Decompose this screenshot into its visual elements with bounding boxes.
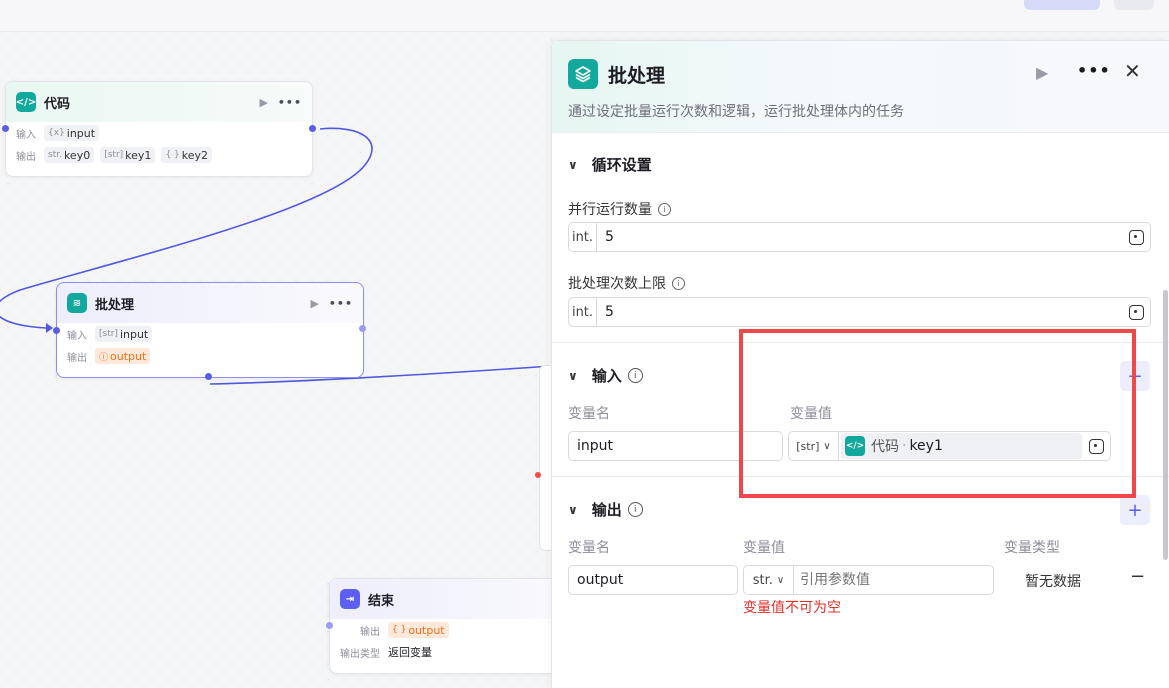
play-icon[interactable]: ▶	[259, 96, 267, 109]
edge-arrow	[46, 323, 53, 333]
type-str-selector[interactable]: str. ∨	[744, 566, 794, 594]
play-icon[interactable]: ▶	[310, 297, 318, 310]
max-batch-value[interactable]: 5	[597, 304, 1122, 320]
variable-ref-icon[interactable]	[1122, 304, 1150, 320]
batch-node-outputs: 输出 ⓘ output	[57, 345, 363, 367]
input-section-header[interactable]: ∨ 输入 i	[568, 365, 643, 386]
end-node[interactable]: ⇥ 结束 输出 { } output 输出类型 返回变量	[329, 578, 569, 674]
code-node-input-port[interactable]	[2, 125, 9, 132]
output-col-type: 变量类型	[1004, 540, 1060, 556]
remove-output-button[interactable]: −	[1130, 566, 1145, 587]
layers-icon	[568, 59, 598, 89]
end-output-chip: { } output	[388, 622, 449, 638]
panel-title: 批处理	[608, 65, 666, 87]
chevron-down-icon[interactable]: ∨	[568, 158, 578, 172]
chevron-down-icon[interactable]: ∨	[568, 369, 578, 383]
layers-icon: ≋	[67, 293, 87, 313]
output-col-value: 变量值	[743, 540, 785, 556]
end-node-outputs: 输出 { } output	[330, 619, 568, 641]
batch-node[interactable]: ≋ 批处理 ▶ ••• 输入 [str] input 输出 ⓘ output	[56, 282, 364, 378]
end-node-title: 结束	[368, 593, 395, 609]
highlight-annotation-box	[739, 329, 1136, 498]
output-value-input[interactable]	[800, 572, 980, 588]
parallel-label: 并行运行数量 i	[568, 199, 671, 219]
batch-output-chip: ⓘ output	[95, 348, 151, 364]
add-output-button[interactable]: +	[1120, 495, 1150, 525]
code-input-chip: {x} input	[44, 125, 100, 141]
batch-node-input-port[interactable]	[53, 327, 60, 334]
end-node-input-port[interactable]	[326, 622, 333, 629]
code-node-header: </> 代码 ▶ •••	[6, 82, 312, 122]
loop-section-header[interactable]: ∨ 循环设置	[568, 154, 652, 175]
panel-description: 通过设定批量运行次数和逻辑，运行批处理体内的任务	[568, 104, 904, 120]
parallel-count-value[interactable]: 5	[597, 229, 1122, 245]
code-node-output-port[interactable]	[309, 125, 316, 132]
output-error-message: 变量值不可为空	[743, 600, 841, 616]
info-icon[interactable]: i	[672, 276, 685, 290]
top-toolbar	[0, 0, 1169, 32]
more-icon[interactable]: •••	[1077, 61, 1111, 80]
batch-node-title: 批处理	[95, 297, 135, 313]
more-icon[interactable]: •••	[278, 96, 302, 109]
code-output-chip: { } key2	[161, 147, 213, 163]
max-batch-label: 批处理次数上限 i	[568, 273, 685, 293]
batch-node-inputs: 输入 [str] input	[57, 323, 363, 345]
exit-icon: ⇥	[340, 589, 360, 609]
code-node-title: 代码	[44, 96, 71, 112]
input-col-name: 变量名	[568, 406, 610, 422]
max-batch-field[interactable]: int. 5	[568, 297, 1151, 327]
info-icon[interactable]: i	[627, 368, 643, 383]
end-node-header: ⇥ 结束	[330, 579, 568, 619]
batch-node-output-port[interactable]	[359, 325, 366, 332]
code-node[interactable]: </> 代码 ▶ ••• 输入 {x} input 输出 str. key0 [st…	[5, 81, 313, 177]
more-icon[interactable]: •••	[329, 297, 353, 310]
panel-header: 批处理 ▶ ••• ✕ 通过设定批量运行次数和逻辑，运行批处理体内的任务	[552, 41, 1169, 133]
batch-input-chip: [str] input	[95, 326, 153, 342]
info-icon[interactable]: i	[658, 202, 671, 216]
output-type-value: 暂无数据	[1025, 574, 1081, 590]
output-name-field[interactable]: output	[568, 565, 738, 595]
panel-scrollbar[interactable]	[1163, 290, 1168, 560]
info-icon[interactable]: i	[627, 502, 643, 517]
toolbar-secondary-button[interactable]	[1114, 0, 1154, 10]
batch-node-header: ≋ 批处理 ▶ •••	[57, 283, 363, 323]
type-int-icon: int.	[569, 223, 597, 251]
code-output-chip: str. key0	[44, 147, 95, 163]
batch-body-port[interactable]	[205, 373, 212, 380]
chevron-down-icon[interactable]: ∨	[568, 503, 578, 517]
end-node-output-type: 输出类型 返回变量	[340, 646, 432, 660]
output-col-name: 变量名	[568, 540, 610, 556]
variable-ref-icon[interactable]	[1122, 229, 1150, 245]
toolbar-primary-button[interactable]	[1024, 0, 1100, 10]
play-icon[interactable]: ▶	[1036, 63, 1048, 82]
chevron-down-icon: ∨	[776, 574, 785, 586]
code-output-chip: [str] key1	[100, 147, 156, 163]
code-node-inputs: 输入 {x} input	[6, 122, 312, 144]
close-icon[interactable]: ✕	[1124, 59, 1141, 83]
code-node-outputs: 输出 str. key0 [str] key1 { } key2	[6, 144, 312, 166]
error-port[interactable]	[535, 472, 541, 478]
output-value-field[interactable]: str. ∨	[743, 565, 994, 595]
parallel-count-field[interactable]: int. 5	[568, 222, 1151, 252]
output-section-header[interactable]: ∨ 输出 i	[568, 499, 643, 520]
code-icon: </>	[16, 92, 36, 112]
type-int-icon: int.	[569, 298, 597, 326]
